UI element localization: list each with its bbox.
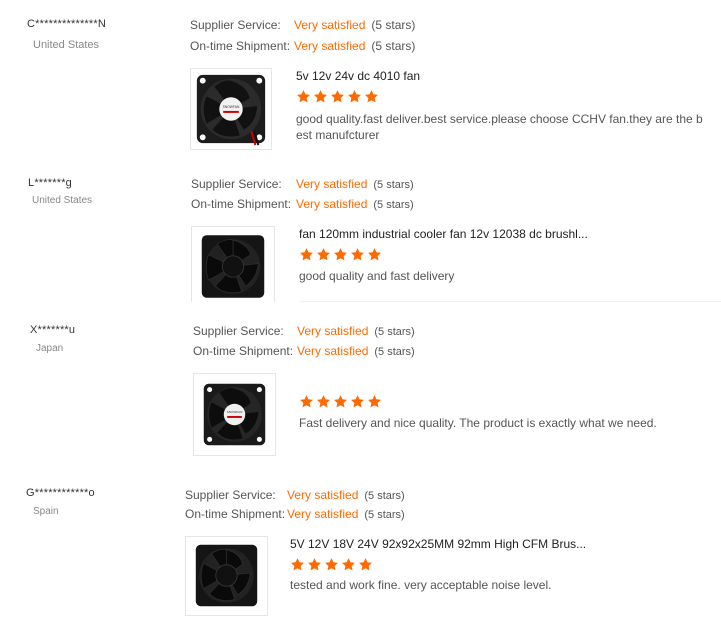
shipment-value: Very satisfied xyxy=(296,197,368,211)
supplier-service-rating: Supplier Service: Very satisfied (5 stars) xyxy=(191,176,414,192)
rating-stars xyxy=(290,557,373,573)
supplier-service-label: Supplier Service: xyxy=(191,177,282,191)
fan-icon: SNOWFAN xyxy=(203,383,266,446)
svg-text:SNOWFAN: SNOWFAN xyxy=(227,410,243,414)
star-icon xyxy=(350,394,365,409)
rating-stars xyxy=(299,247,382,263)
rating-stars xyxy=(296,89,379,105)
star-icon xyxy=(350,247,365,262)
shipment-stars-text: (5 stars) xyxy=(364,509,405,521)
supplier-service-rating: Supplier Service: Very satisfied (5 stars) xyxy=(190,17,415,33)
star-icon xyxy=(299,247,314,262)
buyer-country: Spain xyxy=(33,506,59,517)
shipment-stars-text: (5 stars) xyxy=(371,39,416,53)
star-icon xyxy=(367,247,382,262)
star-icon xyxy=(330,89,345,104)
product-title[interactable]: fan 120mm industrial cooler fan 12v 1203… xyxy=(299,227,588,241)
buyer-country: United States xyxy=(33,39,100,51)
product-thumbnail[interactable] xyxy=(185,536,268,616)
svg-text:SNOWFAN: SNOWFAN xyxy=(223,105,240,109)
fan-icon xyxy=(201,235,265,298)
shipment-rating: On-time Shipment: Very satisfied (5 stars) xyxy=(190,38,415,54)
product-title[interactable]: 5v 12v 24v dc 4010 fan xyxy=(296,69,420,83)
star-icon xyxy=(313,89,328,104)
shipment-label: On-time Shipment: xyxy=(185,507,286,521)
buyer-name: C**************N xyxy=(27,18,107,30)
supplier-service-label: Supplier Service: xyxy=(193,324,284,338)
supplier-service-label: Supplier Service: xyxy=(185,488,276,502)
star-icon xyxy=(364,89,379,104)
supplier-service-value: Very satisfied xyxy=(297,324,369,338)
shipment-stars-text: (5 stars) xyxy=(373,199,414,211)
supplier-service-label: Supplier Service: xyxy=(190,18,281,32)
product-thumbnail[interactable]: SNOWFAN xyxy=(190,68,272,150)
star-icon xyxy=(316,394,331,409)
buyer-name: X*******u xyxy=(30,324,76,336)
star-icon xyxy=(341,557,356,572)
shipment-label: On-time Shipment: xyxy=(190,39,291,53)
star-icon xyxy=(367,394,382,409)
shipment-value: Very satisfied xyxy=(287,507,359,521)
supplier-service-value: Very satisfied xyxy=(294,18,366,32)
buyer-country: United States xyxy=(32,195,93,206)
supplier-service-stars-text: (5 stars) xyxy=(374,326,415,338)
star-icon xyxy=(299,394,314,409)
product-thumbnail[interactable]: SNOWFAN xyxy=(193,373,276,456)
fan-icon: SNOWFAN xyxy=(196,74,266,146)
supplier-service-value: Very satisfied xyxy=(287,488,359,502)
star-icon xyxy=(316,247,331,262)
supplier-service-rating: Supplier Service: Very satisfied (5 stars) xyxy=(185,487,405,503)
buyer-name: G************o xyxy=(26,487,95,499)
supplier-service-rating: Supplier Service: Very satisfied (5 stars) xyxy=(193,323,415,339)
shipment-rating: On-time Shipment: Very satisfied (5 stars) xyxy=(193,343,415,359)
star-icon xyxy=(333,394,348,409)
divider xyxy=(300,301,721,302)
rating-stars xyxy=(299,394,382,410)
buyer-name: L*******g xyxy=(28,177,73,189)
shipment-rating: On-time Shipment: Very satisfied (5 stars) xyxy=(191,196,414,212)
buyer-country: Japan xyxy=(36,343,64,354)
supplier-service-stars-text: (5 stars) xyxy=(371,18,416,32)
product-thumbnail[interactable] xyxy=(191,226,275,302)
star-icon xyxy=(296,89,311,104)
product-title[interactable]: 5V 12V 18V 24V 92x92x25MM 92mm High CFM … xyxy=(290,537,586,551)
star-icon xyxy=(324,557,339,572)
review-comment: Fast delivery and nice quality. The prod… xyxy=(299,416,657,430)
fan-icon xyxy=(195,544,258,607)
supplier-service-stars-text: (5 stars) xyxy=(364,490,405,502)
star-icon xyxy=(358,557,373,572)
star-icon xyxy=(290,557,305,572)
star-icon xyxy=(307,557,322,572)
shipment-stars-text: (5 stars) xyxy=(374,346,415,358)
shipment-value: Very satisfied xyxy=(297,344,369,358)
star-icon xyxy=(333,247,348,262)
shipment-rating: On-time Shipment: Very satisfied (5 stars) xyxy=(185,506,405,522)
shipment-value: Very satisfied xyxy=(294,39,366,53)
review-comment: good quality and fast delivery xyxy=(299,269,455,283)
review-comment: good quality.fast deliver.best service.p… xyxy=(296,112,703,142)
shipment-label: On-time Shipment: xyxy=(191,197,292,211)
star-icon xyxy=(347,89,362,104)
review-comment: tested and work fine. very acceptable no… xyxy=(290,578,552,592)
shipment-label: On-time Shipment: xyxy=(193,344,294,358)
supplier-service-stars-text: (5 stars) xyxy=(373,179,414,191)
supplier-service-value: Very satisfied xyxy=(296,177,368,191)
